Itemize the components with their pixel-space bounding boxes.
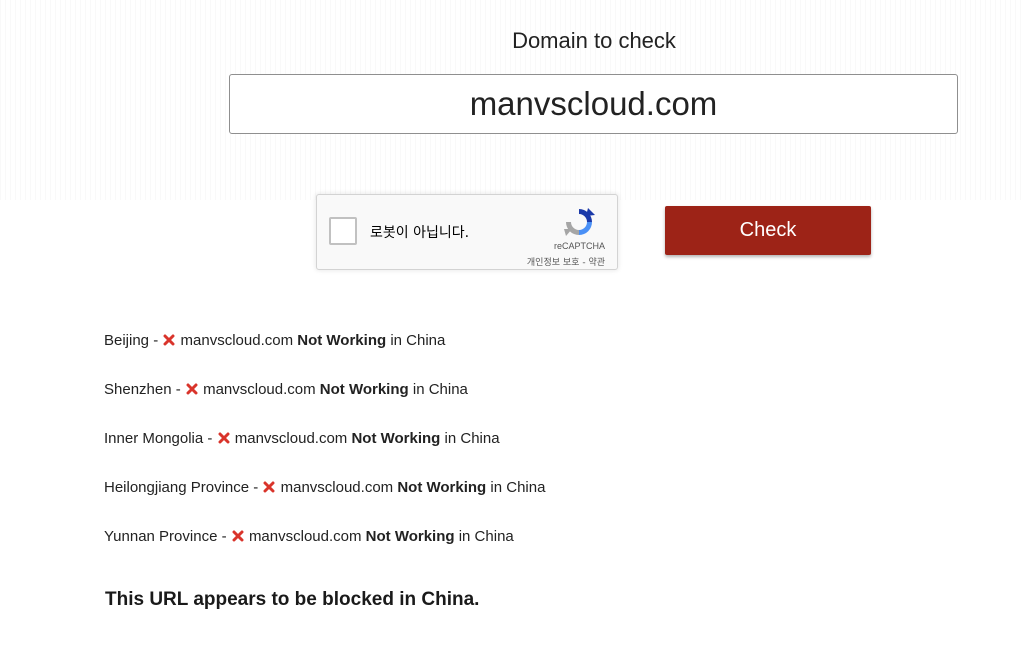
recaptcha-brand: reCAPTCHA [553,241,605,251]
result-separator: - [171,381,185,398]
result-status: Not Working [365,528,455,545]
result-status: Not Working [319,381,409,398]
result-separator: - [203,430,217,447]
recaptcha-logo-icon [564,208,595,236]
result-row: Heilongjiang Province - manvscloud.com N… [104,479,545,528]
result-suffix: in China [458,528,514,545]
result-location: Shenzhen [104,381,172,398]
result-status: Not Working [397,479,487,496]
result-suffix: in China [412,381,468,398]
recaptcha-privacy-link[interactable]: 개인정보 보호 [527,258,580,268]
x-icon [232,530,244,542]
result-row: Inner Mongolia - manvscloud.com Not Work… [104,430,545,479]
result-domain: manvscloud.com [203,381,316,398]
result-row: Shenzhen - manvscloud.com Not Working in… [104,381,545,430]
result-separator: - [249,479,263,496]
result-domain: manvscloud.com [234,430,348,447]
check-button[interactable]: Check [665,206,871,255]
result-suffix: in China [444,430,500,447]
result-domain: manvscloud.com [180,332,294,349]
result-location: Beijing [104,332,150,349]
result-suffix: in China [490,479,546,496]
result-domain: manvscloud.com [248,528,362,545]
result-location: Yunnan Province [104,528,218,545]
x-icon [218,432,230,444]
recaptcha-links: 개인정보 보호 - 약관 [527,255,605,268]
domain-input[interactable] [229,74,958,134]
result-separator: - [217,528,231,545]
recaptcha-checkbox[interactable] [329,217,357,245]
x-icon [263,481,275,493]
result-separator: - [149,332,163,349]
result-row: Beijing - manvscloud.com Not Working in … [104,332,545,381]
result-status: Not Working [351,430,441,447]
recaptcha-label: 로봇이 아닙니다. [370,225,470,241]
result-suffix: in China [390,332,446,349]
recaptcha-terms-link[interactable]: 약관 [588,258,605,268]
summary-text: This URL appears to be blocked in China. [105,589,480,610]
result-domain: manvscloud.com [280,479,394,496]
x-icon [163,334,175,346]
x-icon [186,383,198,395]
result-row: Yunnan Province - manvscloud.com Not Wor… [104,528,545,577]
results-list: Beijing - manvscloud.com Not Working in … [104,332,545,577]
recaptcha-widget: 로봇이 아닙니다. reCAPTCHA 개인정보 보호 - 약관 [316,194,618,270]
result-location: Inner Mongolia [104,430,204,447]
result-status: Not Working [297,332,387,349]
result-location: Heilongjiang Province [104,479,250,496]
domain-label: Domain to check [512,28,676,53]
